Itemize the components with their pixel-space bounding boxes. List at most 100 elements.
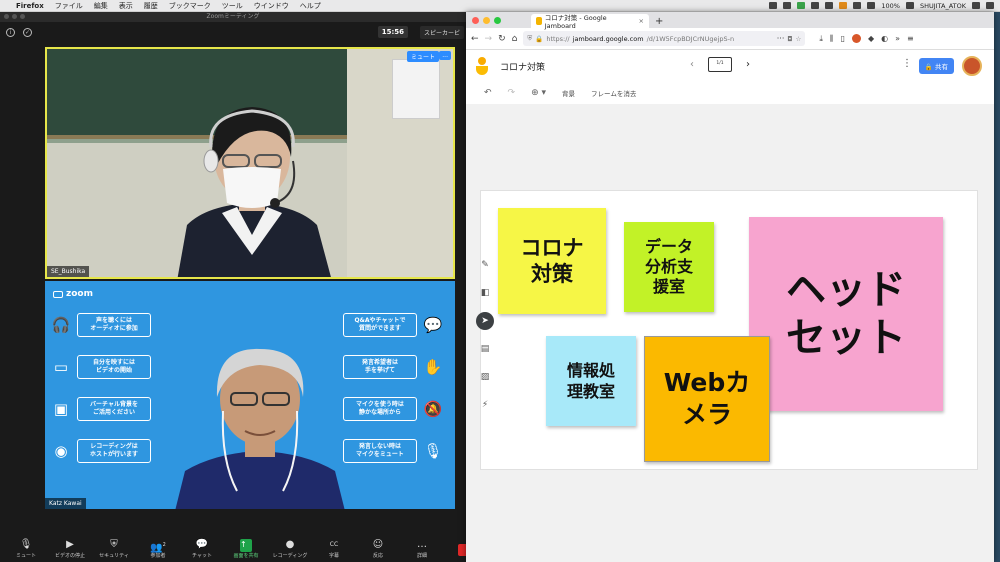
reactions-button[interactable]: ☺ 反応: [356, 539, 400, 559]
library-icon[interactable]: ⫼: [830, 34, 834, 44]
sticky-note[interactable]: 情報処 理教室: [546, 336, 636, 426]
tip-text: バーチャル背景を ご活用ください: [77, 397, 151, 421]
close-tab-icon[interactable]: ×: [639, 17, 644, 25]
menu-file[interactable]: ファイル: [55, 1, 83, 11]
lock-icon[interactable]: 🔒: [535, 35, 543, 43]
home-icon[interactable]: ⌂: [512, 34, 518, 44]
menu-window[interactable]: ウインドウ: [254, 1, 289, 11]
speaker-view-button[interactable]: スピーカービ: [419, 26, 464, 39]
back-icon[interactable]: ←: [471, 34, 479, 44]
user-avatar[interactable]: [962, 56, 982, 76]
forward-icon[interactable]: →: [485, 34, 493, 44]
jam-title[interactable]: コロナ対策: [500, 60, 545, 73]
menu-app-name[interactable]: Firefox: [16, 2, 44, 10]
more-options-icon[interactable]: ⋮: [902, 58, 912, 69]
reload-icon[interactable]: ↻: [498, 34, 506, 44]
menu-history[interactable]: 履歴: [144, 1, 158, 11]
shield-icon[interactable]: ⛨: [527, 34, 532, 43]
end-meeting-button[interactable]: [458, 544, 466, 556]
menu-help[interactable]: ヘルプ: [300, 1, 321, 11]
extension-icon[interactable]: ◐: [881, 34, 888, 43]
share-screen-button[interactable]: ↑ 画面を共有: [224, 539, 268, 559]
zoom-logo-text: zoom: [66, 289, 93, 299]
user-name[interactable]: SHUJITA_ATOK: [920, 2, 966, 10]
minimize-window-button[interactable]: [483, 16, 490, 24]
info-icon[interactable]: i: [6, 27, 15, 37]
bluetooth-icon[interactable]: [853, 2, 862, 9]
toolbar-label: チャット: [192, 553, 212, 559]
dropbox-icon[interactable]: [769, 2, 778, 9]
cloud-icon[interactable]: [825, 2, 834, 9]
close-dot[interactable]: [4, 14, 9, 19]
laser-icon[interactable]: ⚡: [476, 396, 494, 414]
wall-calendar: [392, 59, 440, 119]
previous-frame-icon[interactable]: ‹: [690, 59, 694, 70]
mute-participant-button[interactable]: ミュート: [406, 51, 439, 62]
video-tile-participant[interactable]: zoom 🎧 声を聴くには オーディオに参加 ▭ 自分を映すには ビデオの開始 …: [45, 281, 455, 509]
sticky-note[interactable]: データ 分析支 援室: [624, 222, 714, 312]
jamboard-logo[interactable]: [476, 57, 488, 75]
chat-button[interactable]: 💬 チャット: [180, 539, 224, 559]
mute-button[interactable]: 🎙 ミュート: [4, 539, 48, 559]
app-icon[interactable]: [839, 2, 848, 9]
zoom-icon[interactable]: ⊕ ▾: [531, 88, 546, 98]
menu-bookmarks[interactable]: ブックマーク: [169, 1, 211, 11]
share-button[interactable]: 🔒 共有: [918, 58, 954, 74]
redo-icon[interactable]: ↷: [508, 88, 516, 98]
search-icon[interactable]: [972, 2, 980, 9]
close-window-button[interactable]: [472, 16, 479, 24]
url-bar[interactable]: ⛨ 🔒 https://jamboard.google.com/d/1W5Fcp…: [523, 31, 806, 46]
more-button[interactable]: … 詳細: [400, 539, 444, 559]
control-center-icon[interactable]: [986, 2, 994, 9]
new-tab-button[interactable]: +: [655, 16, 663, 27]
record-button[interactable]: ● レコーディング: [268, 539, 312, 559]
eraser-icon[interactable]: ◧: [476, 284, 494, 302]
browser-tab[interactable]: コロナ対策 - Google Jamboard ×: [531, 14, 649, 30]
record-dot-icon: ●: [285, 539, 295, 550]
sticky-note[interactable]: Webカ メラ: [644, 336, 770, 462]
battery-icon[interactable]: [905, 2, 914, 9]
meeting-clock: 15:56: [377, 26, 408, 38]
captions-button[interactable]: CC 字幕: [312, 539, 356, 559]
app-icon[interactable]: [811, 2, 820, 9]
tip-text: 自分を映すには ビデオの開始: [77, 355, 151, 379]
participants-button[interactable]: 👥2 参加者: [136, 539, 180, 559]
frame-thumbnail[interactable]: 1/1: [708, 57, 732, 72]
clear-frame-button[interactable]: フレームを消去: [591, 88, 636, 98]
undo-icon[interactable]: ↶: [484, 88, 492, 98]
toolbar-label: レコーディング: [272, 553, 308, 559]
participant-more-button[interactable]: ...: [439, 51, 451, 60]
next-frame-icon[interactable]: ›: [746, 59, 750, 70]
download-icon[interactable]: ⤓: [819, 34, 823, 44]
pocket-icon[interactable]: ◘: [787, 35, 792, 43]
encryption-icon[interactable]: ✓: [23, 27, 32, 37]
maximize-window-button[interactable]: [494, 16, 501, 24]
overflow-menu-icon[interactable]: »: [895, 34, 900, 43]
select-pointer-icon[interactable]: ➤: [476, 312, 494, 330]
background-button[interactable]: 背景: [562, 88, 575, 98]
sticky-note-icon[interactable]: ▤: [476, 340, 494, 358]
chat-bubble-icon: 💬: [195, 539, 209, 550]
security-button[interactable]: ⛨ セキュリティ: [92, 539, 136, 559]
app-icon[interactable]: [783, 2, 792, 9]
menu-tools[interactable]: ツール: [222, 1, 243, 11]
page-actions-icon[interactable]: ···: [777, 34, 785, 43]
stop-video-button[interactable]: ▶ ビデオの停止: [48, 539, 92, 559]
sticky-note[interactable]: ヘッド セット: [749, 217, 943, 411]
extension-icon[interactable]: [852, 34, 861, 43]
sticky-note[interactable]: コロナ 対策: [498, 208, 606, 314]
extension-icon[interactable]: ◆: [868, 34, 874, 43]
wifi-icon[interactable]: [867, 2, 876, 9]
add-image-icon[interactable]: ▨: [476, 368, 494, 386]
pen-icon[interactable]: ✎: [476, 256, 494, 274]
zoom-dot[interactable]: [20, 14, 25, 19]
video-tile-active-speaker[interactable]: ミュート ... SE_Bushika: [45, 47, 455, 279]
menu-view[interactable]: 表示: [119, 1, 133, 11]
bookmark-star-icon[interactable]: ☆: [796, 35, 802, 43]
menu-edit[interactable]: 編集: [94, 1, 108, 11]
minimize-dot[interactable]: [12, 14, 17, 19]
lock-icon: 🔒: [924, 63, 933, 71]
hamburger-menu-icon[interactable]: ≡: [907, 34, 914, 43]
flag-icon[interactable]: [797, 2, 806, 9]
sidebar-icon[interactable]: ▯: [841, 34, 845, 43]
